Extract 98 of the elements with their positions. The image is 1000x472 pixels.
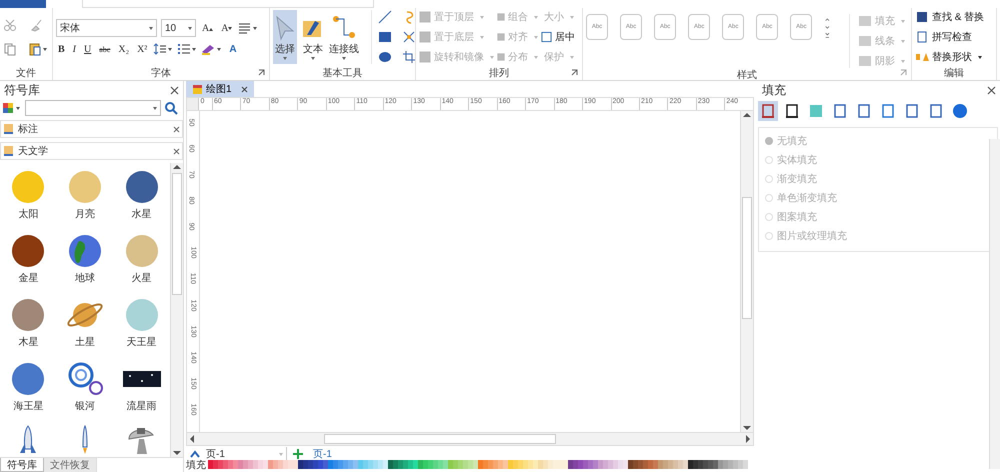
close-icon[interactable] <box>173 126 180 132</box>
edit-button[interactable]: 查找 & 替换 <box>915 10 984 24</box>
highlighter-icon[interactable] <box>201 43 224 55</box>
fill-tool-icon <box>760 103 776 119</box>
tool-button[interactable]: 选择 <box>273 10 297 64</box>
square-icon <box>419 11 431 23</box>
down-arrow-icon <box>228 26 232 30</box>
close-icon[interactable] <box>170 86 179 94</box>
panel-title: 符号库 <box>4 82 40 98</box>
drawing-file-icon <box>192 84 203 94</box>
square-icon <box>419 31 431 43</box>
fill-tool-icon <box>928 103 944 119</box>
launcher-icon[interactable] <box>258 69 265 76</box>
crop-icon[interactable] <box>402 50 416 64</box>
document-tab[interactable]: 绘图1 <box>186 81 254 97</box>
symbol-label: 流星雨 <box>126 400 157 413</box>
fill-tool-icon <box>832 103 848 119</box>
fill-tool-icon <box>856 103 872 119</box>
collapse-icon[interactable] <box>190 450 200 458</box>
category-header[interactable]: 标注 <box>0 120 183 138</box>
tool-button[interactable]: 连接线 <box>329 10 359 64</box>
edit-button[interactable]: 替换形状 <box>915 50 985 64</box>
search-icon[interactable] <box>164 101 178 115</box>
scrollbar[interactable] <box>740 111 753 432</box>
group-label: 样式 <box>737 68 757 82</box>
fill-tool-icon <box>808 103 824 119</box>
symbol-label: 月亮 <box>74 208 95 221</box>
tool-button[interactable]: 文本 <box>301 10 325 64</box>
symbol-label: 土星 <box>74 336 95 349</box>
square-icon <box>497 11 505 23</box>
format-button[interactable]: abc <box>97 44 112 54</box>
font-select[interactable]: 宋体 <box>56 19 157 37</box>
group-label: 排列 <box>489 66 509 80</box>
symbol-label: 海王星 <box>13 400 44 413</box>
square-icon <box>497 51 505 63</box>
arrange-button[interactable]: 居中 <box>541 30 575 44</box>
format-button[interactable]: B <box>56 44 67 54</box>
fill-tool-icon <box>784 103 800 119</box>
list-icon[interactable] <box>177 43 198 55</box>
close-icon[interactable] <box>240 86 248 92</box>
edit-button[interactable]: 拼写检查 <box>915 30 972 44</box>
panel-tab[interactable]: 文件恢复 <box>44 458 97 472</box>
symbol-label: 水星 <box>132 208 152 221</box>
scrollbar[interactable] <box>989 139 1000 469</box>
color-palette[interactable] <box>208 460 748 469</box>
square-icon <box>497 31 505 43</box>
rectangle-icon[interactable] <box>378 30 392 44</box>
format-button[interactable]: X² <box>135 44 150 54</box>
scrollbar[interactable] <box>170 163 183 457</box>
fill-tool-icon <box>880 103 896 119</box>
grow-font-button[interactable]: A <box>200 22 216 34</box>
shrink-font-button[interactable]: A <box>219 22 234 34</box>
ellipse-icon[interactable] <box>378 50 392 64</box>
group-label: 字体 <box>151 66 171 80</box>
symbol-label: 木星 <box>18 336 38 349</box>
copy-icon[interactable] <box>3 42 17 56</box>
swatch-icon <box>858 15 872 27</box>
group-label: 基本工具 <box>322 66 362 80</box>
format-button[interactable]: U <box>82 44 94 54</box>
align-icon[interactable] <box>238 22 258 34</box>
fill-tool-icon <box>952 103 968 119</box>
scrollbar[interactable] <box>187 432 753 445</box>
font-size-select[interactable]: 10 <box>161 19 196 37</box>
group-label: 编辑 <box>944 66 964 80</box>
cross-icon[interactable] <box>402 30 416 44</box>
category-icon <box>3 123 14 135</box>
format-button[interactable]: X₂ <box>116 44 132 54</box>
symbol-label: 金星 <box>18 272 38 285</box>
paste-icon[interactable] <box>29 42 49 56</box>
line-icon[interactable] <box>378 10 392 24</box>
rocket-icon[interactable] <box>18 425 38 455</box>
add-icon[interactable] <box>293 449 303 459</box>
square-icon <box>419 51 431 63</box>
up-arrow-icon <box>209 26 214 30</box>
search-field[interactable] <box>25 100 161 116</box>
connector-icon <box>332 14 356 40</box>
panel-title: 填充 <box>762 82 786 98</box>
swatch-icon <box>858 55 872 67</box>
font-color-button[interactable]: A <box>227 44 239 54</box>
fill-tool-icon <box>904 103 920 119</box>
symbol-label: 天王星 <box>126 336 157 349</box>
symbol-label: 银河 <box>74 400 95 413</box>
swatch-icon <box>858 35 872 47</box>
symbol-label: 火星 <box>132 272 152 285</box>
launcher-icon[interactable] <box>571 69 578 76</box>
close-icon[interactable] <box>987 86 996 94</box>
page-tab[interactable]: 页-1 <box>309 447 336 461</box>
square-icon <box>541 31 552 43</box>
category-header[interactable]: 天文学 <box>0 142 183 160</box>
category-icon <box>3 145 14 157</box>
symbol-label: 地球 <box>74 272 95 285</box>
format-button[interactable]: I <box>70 44 78 54</box>
symbol-label: 太阳 <box>18 208 38 221</box>
group-label: 文件 <box>16 66 36 80</box>
line-spacing-icon[interactable] <box>153 43 174 55</box>
close-icon[interactable] <box>173 148 180 154</box>
library-grid-icon[interactable] <box>2 101 22 115</box>
panel-tab[interactable]: 符号库 <box>0 458 44 472</box>
